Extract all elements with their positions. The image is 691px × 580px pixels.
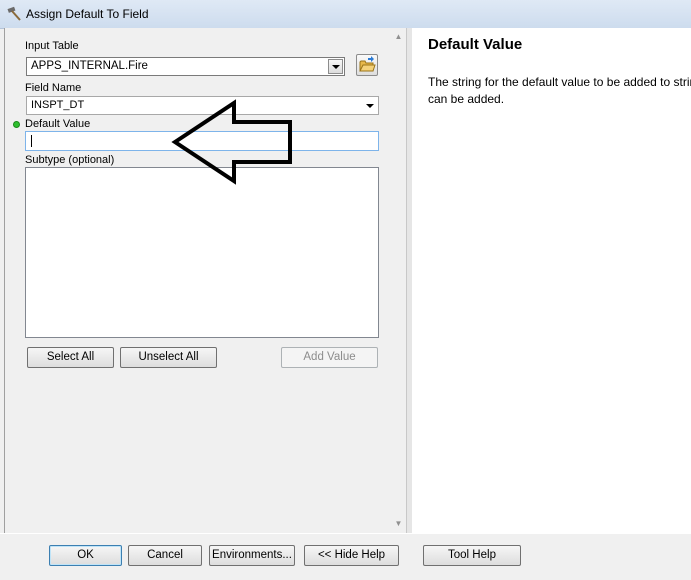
browse-button[interactable] (356, 54, 378, 76)
subtype-list[interactable] (25, 167, 379, 338)
help-body: The string for the default value to be a… (428, 75, 691, 106)
required-indicator-icon (13, 121, 20, 128)
scroll-up-icon[interactable]: ▲ (394, 32, 403, 41)
title-bar: Assign Default To Field (0, 0, 691, 29)
environments-button[interactable]: Environments... (209, 545, 295, 566)
field-name-label: Field Name (25, 82, 82, 94)
ok-button[interactable]: OK (49, 545, 122, 566)
cancel-button[interactable]: Cancel (128, 545, 202, 566)
subtype-label: Subtype (optional) (25, 154, 115, 166)
hammer-icon (7, 6, 21, 21)
open-folder-icon (359, 56, 376, 72)
select-all-button[interactable]: Select All (27, 347, 114, 368)
parameters-scrollbar[interactable]: ▲ ▼ (391, 28, 406, 533)
unselect-all-button[interactable]: Unselect All (120, 347, 217, 368)
field-name-value: INSPT_DT (31, 99, 85, 111)
input-table-value: APPS_INTERNAL.Fire (31, 60, 148, 72)
input-table-dropdown-button[interactable] (328, 59, 343, 74)
hide-help-button[interactable]: << Hide Help (304, 545, 399, 566)
scroll-down-icon[interactable]: ▼ (394, 519, 403, 528)
help-title: Default Value (428, 36, 523, 53)
chevron-down-icon[interactable] (363, 99, 377, 113)
add-value-button[interactable]: Add Value (281, 347, 378, 368)
tool-help-button[interactable]: Tool Help (423, 545, 521, 566)
default-value-label: Default Value (25, 118, 91, 130)
text-caret (31, 135, 32, 147)
window-title: Assign Default To Field (26, 7, 149, 21)
left-arrow-annotation (171, 99, 292, 185)
input-table-label: Input Table (25, 40, 79, 52)
input-table-combo[interactable]: APPS_INTERNAL.Fire (26, 57, 345, 76)
footer-bar: OK Cancel Environments... << Hide Help T… (0, 533, 691, 580)
help-panel: Default Value The string for the default… (412, 28, 691, 533)
